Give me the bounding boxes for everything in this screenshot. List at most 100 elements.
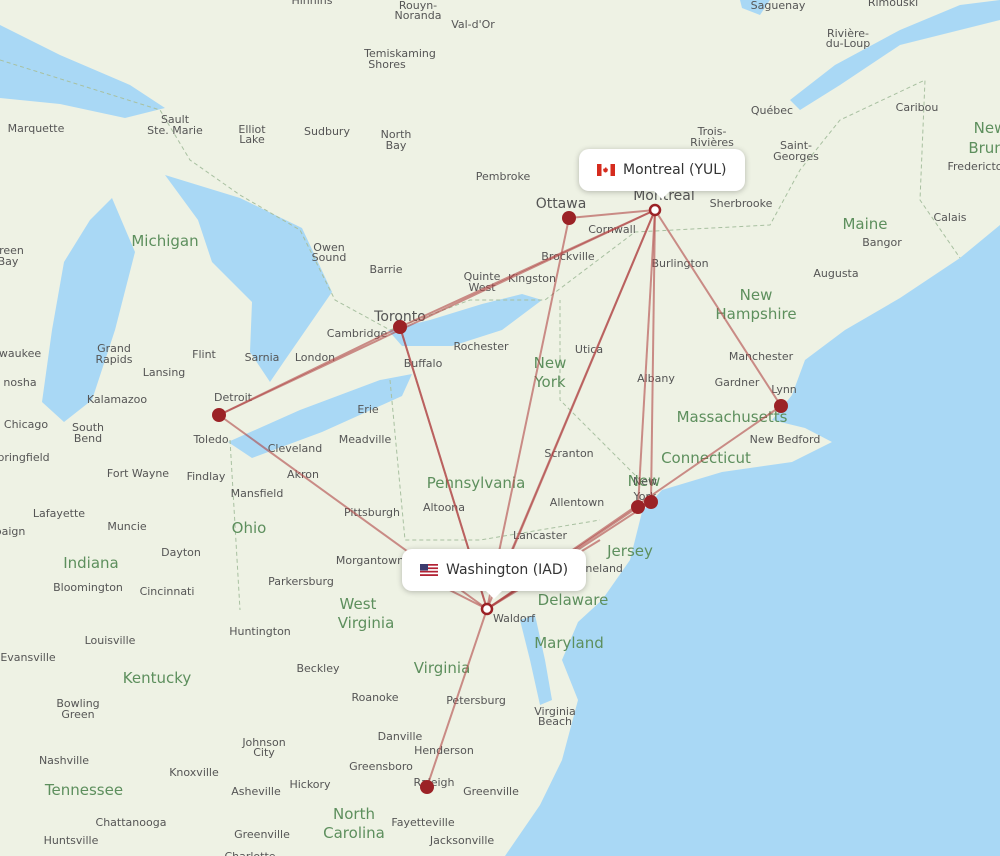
city-label: Sarnia (245, 351, 280, 364)
city-label: Toledo (192, 433, 228, 446)
city-label: Danville (378, 730, 423, 743)
us-flag-icon (420, 564, 438, 576)
city-label: Gardner (715, 376, 760, 389)
city-label: Rivières (690, 136, 734, 149)
airport-dot-toronto[interactable] (393, 320, 407, 334)
city-label: Sudbury (304, 125, 350, 138)
city-label: Lafayette (33, 507, 85, 520)
city-label: Shores (368, 58, 406, 71)
city-label: Sherbrooke (710, 197, 773, 210)
city-label: New Bedford (750, 433, 821, 446)
city-label: Bangor (862, 236, 902, 249)
city-label: City (253, 746, 275, 759)
city-label: Chattanooga (96, 816, 167, 829)
city-label: Knoxville (169, 766, 219, 779)
airport-dot-detroit[interactable] (212, 408, 226, 422)
state-border (389, 379, 601, 541)
city-label: Akron (287, 468, 319, 481)
map-canvas[interactable]: Michigan Ohio Indiana Kentucky Tennessee West… (0, 0, 1000, 856)
city-label: Morgantown (336, 554, 404, 567)
airport-dot-raleigh[interactable] (420, 780, 434, 794)
state-label: Bruns (968, 139, 1000, 157)
city-label: waukee (0, 347, 41, 360)
state-label: Tennessee (44, 781, 123, 799)
city-label: nosha (3, 376, 36, 389)
city-label: Georges (773, 150, 819, 163)
city-label: Asheville (231, 785, 281, 798)
state-label: York (533, 373, 566, 391)
city-label: Greenville (463, 785, 519, 798)
airport-dot-nyc1[interactable] (631, 500, 645, 514)
state-label: New (740, 286, 773, 304)
city-label: Marquette (8, 122, 65, 135)
city-label: Huntington (229, 625, 291, 638)
city-label: Greensboro (349, 760, 413, 773)
chesapeake-bay (520, 615, 552, 705)
origin-label: Montreal (YUL) (623, 162, 727, 178)
airport-dot-boston[interactable] (774, 399, 788, 413)
city-label: Hinnins (291, 0, 332, 7)
city-label: Lake (239, 133, 265, 146)
city-label: du-Loup (826, 37, 871, 50)
state-label: Maryland (534, 634, 604, 652)
state-label: Carolina (323, 824, 385, 842)
city-label: Cincinnati (140, 585, 195, 598)
state-label: Indiana (63, 554, 119, 572)
origin-airport-marker[interactable] (648, 203, 662, 217)
city-label: Augusta (813, 267, 858, 280)
city-label: New (633, 475, 657, 488)
destination-popup[interactable]: Washington (IAD) (402, 549, 587, 599)
city-label: Bloomington (53, 581, 123, 594)
city-label: Val-d'Or (451, 18, 495, 31)
city-label: Waldorf (493, 612, 536, 625)
city-label: Saguenay (751, 0, 806, 12)
city-label: Barrie (370, 263, 403, 276)
city-label: Lansing (143, 366, 186, 379)
destination-airport-marker[interactable] (480, 602, 494, 616)
st-lawrence-estuary (790, 0, 1000, 110)
city-label: Flint (192, 348, 216, 361)
state-label: Michigan (131, 232, 198, 250)
city-label: Beckley (296, 662, 340, 675)
city-label: Springfield (0, 451, 50, 464)
state-label: Delaware (538, 591, 609, 609)
origin-popup[interactable]: Montreal (YUL) (579, 149, 745, 199)
city-label: Greenville (234, 828, 290, 841)
state-label: Massachusetts (677, 408, 788, 426)
city-label: Burlington (651, 257, 708, 270)
state-label: Ohio (232, 519, 267, 537)
airport-dot-nyc2[interactable] (644, 495, 658, 509)
city-label: Huntsville (44, 834, 99, 847)
city-label: Erie (357, 403, 379, 416)
city-label: Manchester (729, 350, 794, 363)
state-label: West (340, 595, 377, 613)
city-label: Raleigh (414, 776, 455, 789)
city-label: Ste. Marie (147, 124, 203, 137)
city-label: Albany (637, 372, 675, 385)
city-label: Kalamazoo (87, 393, 148, 406)
city-label: Québec (751, 104, 793, 117)
city-label: Henderson (414, 744, 474, 757)
state-label: North (333, 805, 375, 823)
city-label: Evansville (0, 651, 56, 664)
city-label: Dayton (161, 546, 201, 559)
city-label: Altoona (423, 501, 465, 514)
city-label: Nashville (39, 754, 89, 767)
city-label: Jacksonville (429, 834, 495, 847)
city-label: Roanoke (351, 691, 398, 704)
city-label: Meadville (339, 433, 392, 446)
city-label: Pembroke (476, 170, 531, 183)
state-label: Jersey (606, 542, 653, 560)
city-label: Calais (933, 211, 966, 224)
city-label: Hickory (289, 778, 331, 791)
city-label: Findlay (187, 470, 226, 483)
airport-dot-ottawa[interactable] (562, 211, 576, 225)
city-label: paign (0, 525, 25, 538)
city-label: Sound (312, 251, 347, 264)
city-label: Bend (74, 432, 102, 445)
lake-michigan (42, 198, 135, 422)
city-label: Fort Wayne (107, 467, 169, 480)
state-label: Hampshire (715, 305, 796, 323)
state-label: New (974, 119, 1000, 137)
destination-label: Washington (IAD) (446, 562, 569, 578)
